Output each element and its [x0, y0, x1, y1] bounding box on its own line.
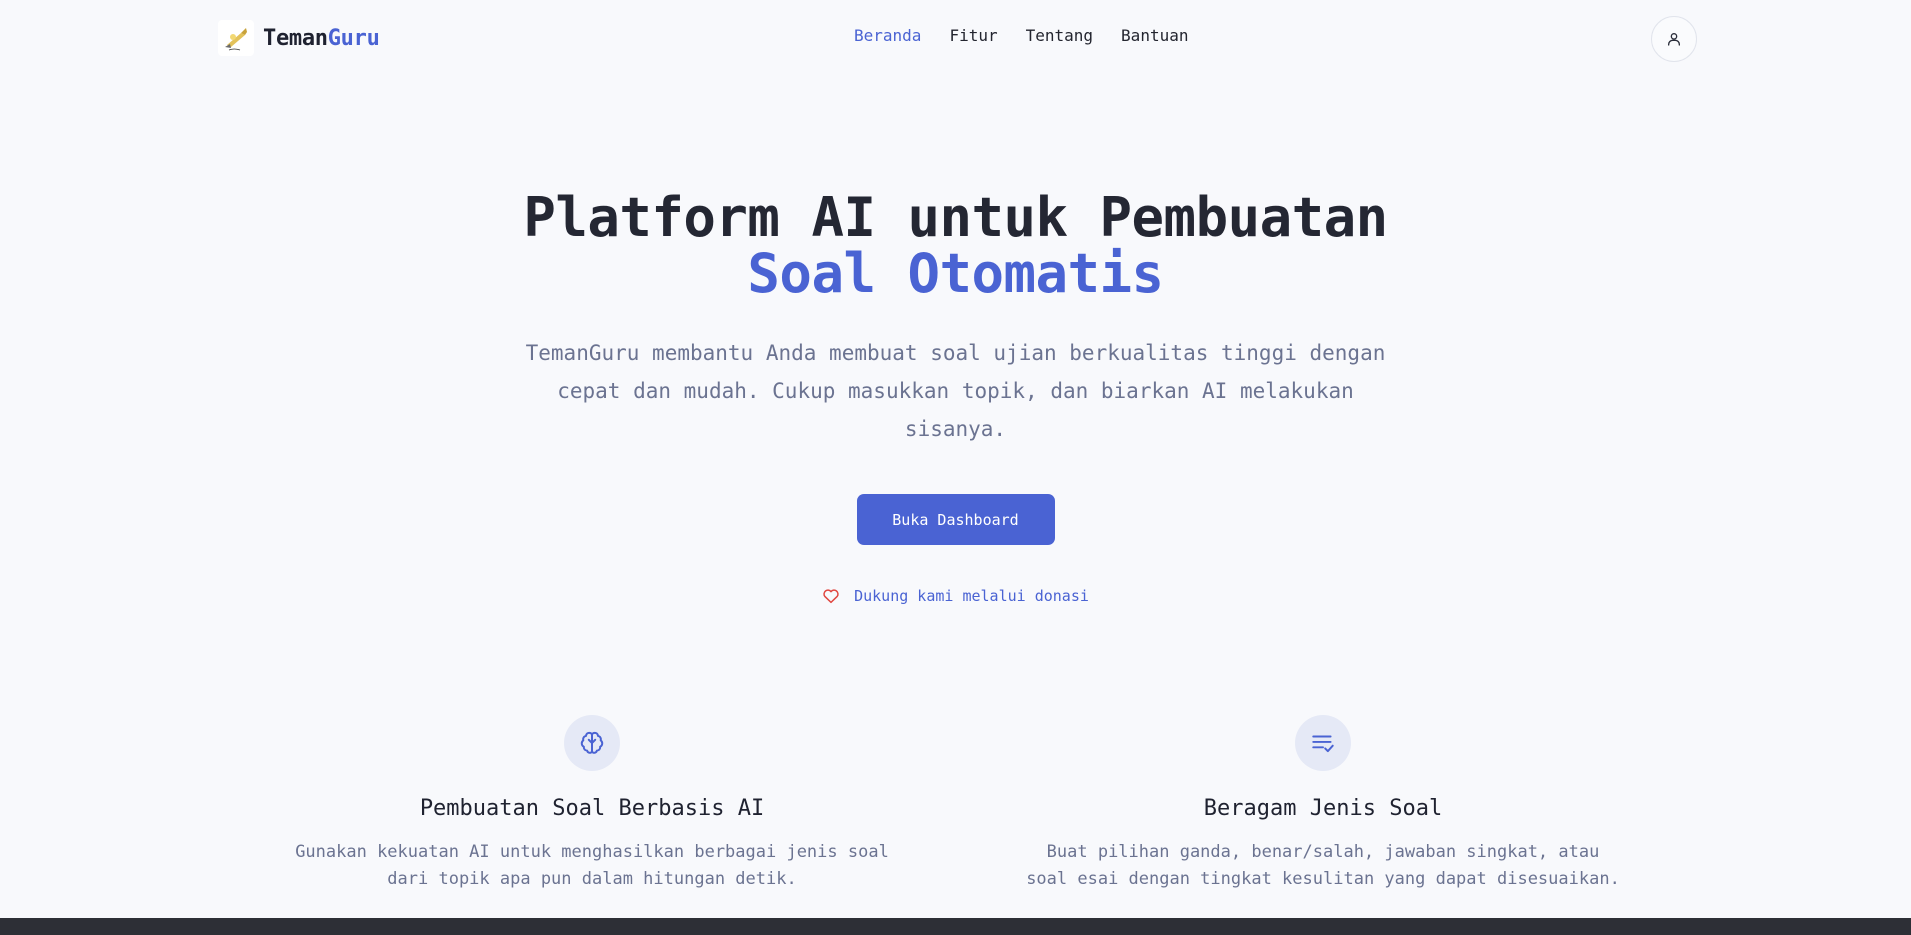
page: TemanGuru Beranda Fitur Tentang Bantuan … — [0, 0, 1911, 935]
nav-item-bantuan[interactable]: Bantuan — [1121, 26, 1188, 45]
brain-icon — [580, 731, 604, 754]
hero-section: Platform AI untuk Pembuatan Soal Otomati… — [0, 190, 1911, 609]
feature-title: Pembuatan Soal Berbasis AI — [419, 796, 765, 821]
hero-title-line1: Platform AI untuk Pembuatan — [523, 186, 1388, 249]
feature-title: Beragam Jenis Soal — [1203, 796, 1443, 821]
feature-icon-wrapper — [1295, 715, 1351, 771]
brand-name-part2: Guru — [327, 25, 380, 51]
hero-title: Platform AI untuk Pembuatan Soal Otomati… — [0, 190, 1911, 302]
donate-link[interactable]: Dukung kami melalui donasi — [822, 587, 1089, 605]
user-icon — [1668, 33, 1680, 46]
bottom-status-bar — [0, 918, 1911, 935]
site-header: TemanGuru Beranda Fitur Tentang Bantuan — [0, 0, 1911, 76]
user-account-button[interactable] — [1651, 16, 1697, 62]
open-dashboard-button[interactable]: Buka Dashboard — [856, 494, 1055, 545]
feature-description: Gunakan kekuatan AI untuk menghasilkan b… — [295, 842, 889, 889]
hero-description: TemanGuru membantu Anda membuat soal uji… — [525, 341, 1386, 441]
brand-link[interactable]: TemanGuru — [218, 20, 380, 56]
nav-item-fitur[interactable]: Fitur — [949, 26, 997, 45]
brand-name: TemanGuru — [263, 26, 380, 51]
donate-label: Dukung kami melalui donasi — [854, 587, 1089, 605]
hero-title-line2: Soal Otomatis — [747, 242, 1164, 305]
feature-question-types: Beragam Jenis Soal Buat pilihan ganda, b… — [1013, 715, 1633, 893]
nav-item-beranda[interactable]: Beranda — [854, 26, 921, 45]
nav-item-tentang[interactable]: Tentang — [1026, 26, 1093, 45]
brand-logo — [218, 20, 254, 56]
feature-icon-wrapper — [564, 715, 620, 771]
main-nav: Beranda Fitur Tentang Bantuan — [854, 26, 1188, 45]
list-check-icon — [1312, 735, 1334, 753]
heart-icon — [823, 589, 839, 604]
feature-description: Buat pilihan ganda, benar/salah, jawaban… — [1026, 842, 1620, 889]
feature-ai-generation: Pembuatan Soal Berbasis AI Gunakan kekua… — [282, 715, 902, 893]
brand-name-part1: Teman — [263, 25, 328, 51]
